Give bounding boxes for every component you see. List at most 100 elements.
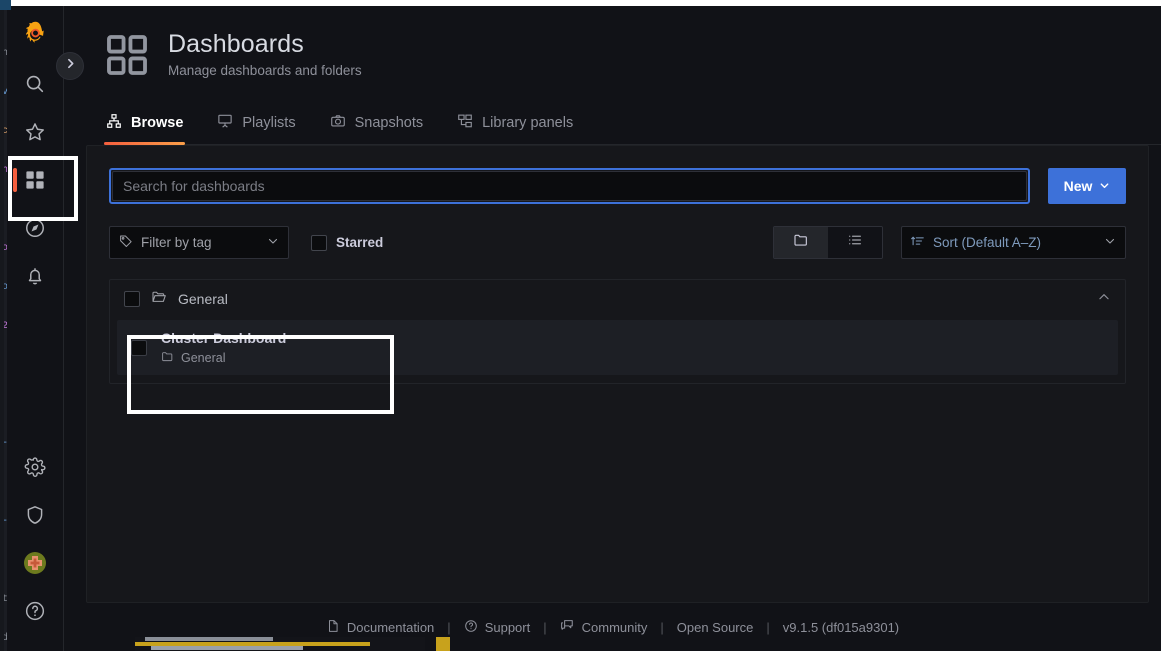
tab-snapshots[interactable]: Snapshots <box>328 105 426 144</box>
starred-label: Starred <box>336 235 384 250</box>
tab-snapshots-label: Snapshots <box>354 115 424 131</box>
window-corner-notch <box>0 0 11 10</box>
footer-separator: | <box>447 619 451 635</box>
footer-version-label: v9.1.5 (df015a9301) <box>782 619 900 635</box>
strip-bar <box>151 646 303 650</box>
comments-icon <box>560 618 575 636</box>
sort-select[interactable]: Sort (Default A–Z) <box>901 226 1126 259</box>
grafana-window: Dashboards Manage dashboards and folders… <box>7 6 1161 651</box>
dashboards-panel: New Filter by ta <box>86 145 1149 603</box>
sidebar-item-server-admin[interactable] <box>7 491 64 539</box>
tab-playlists-label: Playlists <box>242 115 296 131</box>
avatar-icon <box>23 551 47 575</box>
search-row: New <box>109 168 1126 204</box>
tag-filter-select[interactable]: Filter by tag <box>109 226 289 259</box>
dashboards-grid-icon <box>104 32 150 83</box>
window-top-edge <box>0 0 1161 6</box>
sort-amount-up-icon <box>911 234 925 251</box>
search-input-wrapper <box>109 168 1030 204</box>
chevron-down-icon <box>1104 235 1116 250</box>
filter-toolbar: Filter by tag Starred Sort (Default A–Z) <box>109 226 1126 259</box>
chevron-up-icon[interactable] <box>1097 290 1111 309</box>
chevron-right-icon <box>64 57 77 75</box>
gear-icon <box>24 456 46 478</box>
grafana-logo-icon <box>22 20 49 47</box>
page-subtitle: Manage dashboards and folders <box>168 63 362 78</box>
tab-browse[interactable]: Browse <box>104 105 186 145</box>
tag-filter-label: Filter by tag <box>141 235 212 250</box>
tag-icon <box>119 234 133 251</box>
view-mode-toggle <box>773 226 883 259</box>
search-input[interactable] <box>112 171 1027 201</box>
library-panels-icon <box>457 113 473 133</box>
dashboard-folder-label: General <box>181 350 226 365</box>
dashboard-item-text: Cluster Dashboard General <box>161 330 286 366</box>
dashboards-icon <box>24 169 46 191</box>
tab-bar: Browse Playlists Snapshots Library panel… <box>104 105 1161 145</box>
document-icon <box>326 619 340 636</box>
starred-filter[interactable]: Starred <box>311 234 384 251</box>
footer-link-documentation[interactable]: Documentation <box>326 619 434 636</box>
view-folders-button[interactable] <box>774 227 828 258</box>
page-header: Dashboards Manage dashboards and folders <box>64 6 1161 83</box>
question-circle-icon <box>24 600 46 622</box>
background-window-marker <box>436 637 450 651</box>
shield-icon <box>24 504 46 526</box>
dashboard-title: Cluster Dashboard <box>161 329 287 346</box>
tab-library-panels-label: Library panels <box>482 115 574 131</box>
dashboard-folder: General <box>161 350 286 366</box>
dashboard-list-item[interactable]: Cluster Dashboard General <box>117 320 1118 375</box>
folder-section-header[interactable]: General <box>110 280 1125 318</box>
sitemap-icon <box>106 113 122 133</box>
dashboard-checkbox[interactable] <box>131 339 147 356</box>
sidebar-item-configuration[interactable] <box>7 443 64 491</box>
strip-bar <box>145 637 273 641</box>
footer-link-open-source[interactable]: Open Source <box>677 620 754 635</box>
view-list-button[interactable] <box>828 227 882 258</box>
sidebar-item-alerting[interactable] <box>7 252 64 300</box>
footer-open-source-label: Open Source <box>676 619 754 635</box>
sidebar-item-starred[interactable] <box>7 108 64 156</box>
bell-icon <box>24 265 46 287</box>
footer-support-label: Support <box>484 619 531 635</box>
sidebar-item-user-profile[interactable] <box>7 539 64 587</box>
camera-icon <box>330 113 346 133</box>
folder-icon <box>793 232 809 253</box>
compass-icon <box>24 217 46 239</box>
footer-link-support[interactable]: Support <box>464 619 531 636</box>
editor-gutter <box>0 0 4 651</box>
folder-open-icon <box>151 289 167 310</box>
footer-separator: | <box>766 619 770 635</box>
presentation-icon <box>217 113 233 133</box>
tab-playlists[interactable]: Playlists <box>215 105 297 144</box>
footer-version: v9.1.5 (df015a9301) <box>783 620 899 635</box>
footer-separator: | <box>543 619 547 635</box>
background-window-strip <box>135 637 425 651</box>
new-button[interactable]: New <box>1048 168 1126 204</box>
folder-name: General <box>178 291 228 307</box>
footer-link-community[interactable]: Community <box>560 618 648 636</box>
list-icon <box>847 232 863 253</box>
sidebar-item-home-logo[interactable] <box>7 6 64 60</box>
tab-library-panels[interactable]: Library panels <box>455 105 575 144</box>
sidebar-item-explore[interactable] <box>7 204 64 252</box>
page-container: Dashboards Manage dashboards and folders… <box>64 6 1161 651</box>
expand-navigation-button[interactable] <box>56 52 84 80</box>
sidebar-item-dashboards[interactable] <box>7 156 64 204</box>
footer-separator: | <box>660 619 664 635</box>
footer-community-label: Community <box>581 619 648 635</box>
folder-icon <box>161 350 174 366</box>
sidebar-item-search[interactable] <box>7 60 64 108</box>
sidebar-item-help[interactable] <box>7 587 64 635</box>
chevron-down-icon <box>1099 178 1110 194</box>
star-icon <box>24 121 46 143</box>
search-results: General Cluster Dashboard General <box>109 279 1126 384</box>
new-button-label: New <box>1063 178 1093 194</box>
page-title: Dashboards <box>168 30 304 58</box>
folder-checkbox[interactable] <box>124 291 140 307</box>
starred-checkbox[interactable] <box>311 234 327 251</box>
chevron-down-icon <box>267 235 279 250</box>
sort-select-label: Sort (Default A–Z) <box>933 235 1042 250</box>
footer-documentation-label: Documentation <box>346 619 435 635</box>
search-icon <box>24 73 46 95</box>
